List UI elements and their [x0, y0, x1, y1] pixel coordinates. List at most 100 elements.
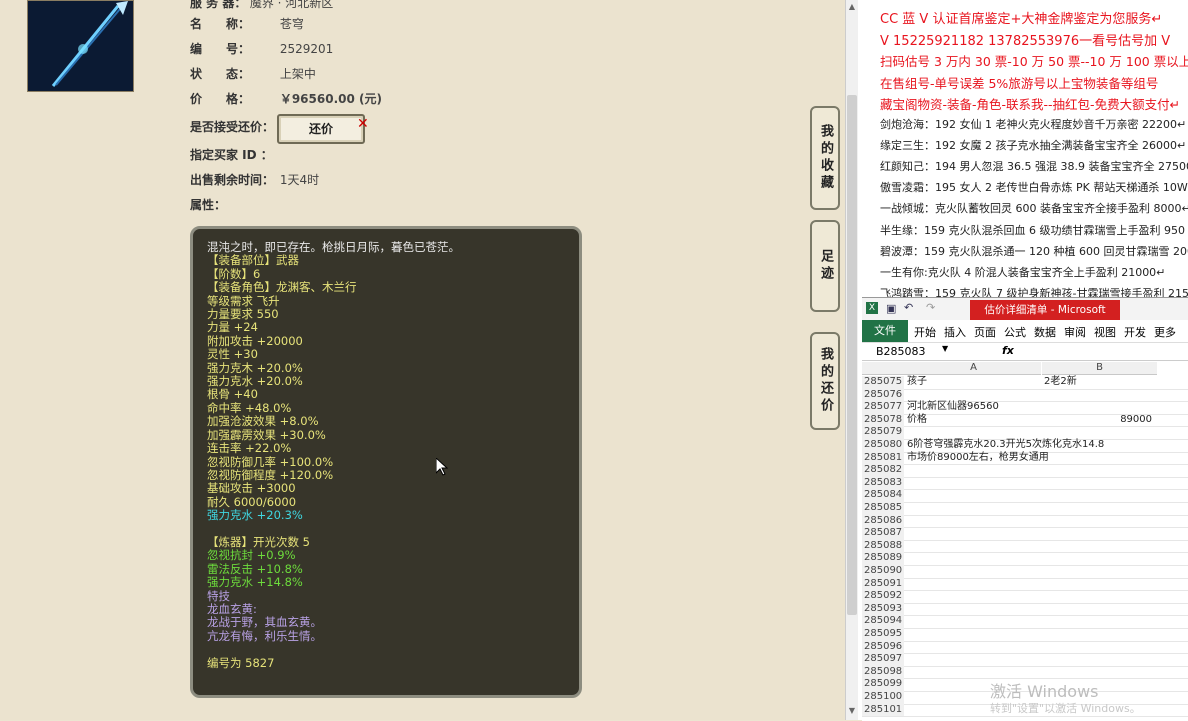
row-number[interactable]: 285076 [862, 388, 904, 402]
scroll-down-icon[interactable]: ▼ [847, 706, 857, 716]
row-number[interactable]: 285093 [862, 602, 904, 616]
server-row: 服 务 器： 魔界 · 河北新区 [190, 0, 334, 10]
select-all-corner[interactable] [862, 362, 906, 375]
tab-insert[interactable]: 插入 [944, 324, 966, 340]
bargain-row: 是否接受还价： [190, 120, 275, 134]
name-box[interactable]: B285083 [876, 345, 926, 358]
row-number[interactable]: 285097 [862, 653, 904, 666]
column-header-b[interactable]: B [1042, 362, 1157, 375]
cell-b[interactable]: 2老2新 [1044, 376, 1077, 389]
row-number[interactable]: 285085 [862, 502, 904, 515]
scroll-up-icon[interactable]: ▲ [847, 2, 857, 12]
ad-line: 缘定三生：192 女魔 2 孩子克水抽全满装备宝宝齐全 26000↵ [880, 138, 1187, 152]
table-row[interactable]: 285080 6阶苍穹强霹克水20.3开光5次炼化克水14.8 [862, 439, 1188, 453]
row-number[interactable]: 285075 [862, 376, 904, 389]
row-number[interactable]: 285094 [862, 615, 904, 628]
fx-icon[interactable]: fx [1002, 344, 1014, 357]
table-row[interactable]: 285087 [862, 527, 1188, 541]
row-number[interactable]: 285080 [862, 439, 904, 452]
row-number[interactable]: 285089 [862, 552, 904, 565]
table-row[interactable]: 285078 价格 89000 [862, 413, 1188, 428]
tab-file[interactable]: 文件 [862, 320, 908, 342]
bargain-button[interactable]: 还价 [277, 114, 365, 144]
table-row[interactable]: 285094 [862, 615, 1188, 629]
price-row: 价 格： ￥96560.00 (元) [190, 92, 382, 106]
table-row[interactable]: 285084 [862, 489, 1188, 503]
row-number[interactable]: 285084 [862, 489, 904, 502]
row-number[interactable]: 285099 [862, 678, 904, 691]
row-number[interactable]: 285082 [862, 464, 904, 477]
row-number[interactable]: 285088 [862, 539, 904, 553]
row-number[interactable]: 285101 [862, 703, 904, 717]
redo-icon[interactable]: ↷ [926, 301, 935, 314]
description-line: 强力克水 +20.0% [207, 374, 303, 389]
excel-ribbon: 开始 插入 页面 公式 数据 审阅 视图 开发 更多 [862, 320, 1188, 343]
ad-line: 藏宝阁物资-装备-角色-联系我--抽红包-免费大额支付↵ [880, 97, 1181, 112]
row-number[interactable]: 285086 [862, 514, 904, 528]
description-line: 强力克水 +20.3% [207, 508, 303, 523]
cell-a[interactable]: 6阶苍穹强霹克水20.3开光5次炼化克水14.8 [907, 439, 1104, 452]
row-number[interactable]: 285081 [862, 451, 904, 465]
close-icon[interactable]: ✕ [357, 116, 369, 132]
table-row[interactable]: 285083 [862, 476, 1188, 491]
mouse-cursor-icon [436, 458, 448, 476]
table-row[interactable]: 285081 市场价89000左右，枪男女通用 [862, 451, 1188, 466]
my-favorites-button[interactable]: 我的收藏 [810, 106, 840, 210]
row-number[interactable]: 285095 [862, 628, 904, 641]
row-number[interactable]: 285090 [862, 565, 904, 578]
tab-developer[interactable]: 开发 [1124, 324, 1146, 340]
table-row[interactable]: 285093 [862, 602, 1188, 617]
vertical-scrollbar[interactable]: ▲ ▼ [845, 0, 859, 720]
row-number[interactable]: 285079 [862, 426, 904, 439]
row-number[interactable]: 285100 [862, 691, 904, 704]
table-row[interactable]: 285075 孩子 2老2新 [862, 376, 1188, 390]
table-row[interactable]: 285095 [862, 628, 1188, 642]
ad-line: 傲雪凌霜：195 女人 2 老传世白骨赤炼 PK 帮站天梯通杀 10W↵ [880, 181, 1188, 195]
row-number[interactable]: 285091 [862, 577, 904, 591]
tab-formula[interactable]: 公式 [1004, 324, 1026, 340]
windows-activation-watermark: 激活 Windows [990, 682, 1099, 701]
table-row[interactable]: 285077 河北新区仙器96560 [862, 401, 1188, 415]
cell-a[interactable]: 市场价89000左右，枪男女通用 [907, 452, 1049, 465]
tab-home[interactable]: 开始 [914, 324, 936, 340]
cell-a[interactable]: 价格 [907, 414, 927, 427]
my-bargains-button[interactable]: 我的还价 [810, 332, 840, 430]
cell-b-number[interactable]: 89000 [1042, 414, 1152, 427]
table-row[interactable]: 285086 [862, 514, 1188, 529]
tab-data[interactable]: 数据 [1034, 324, 1056, 340]
name-box-dropdown-icon[interactable]: ▼ [942, 344, 948, 353]
table-row[interactable]: 285096 [862, 640, 1188, 655]
cell-a[interactable]: 河北新区仙器96560 [907, 401, 999, 414]
undo-icon[interactable]: ↶ [904, 301, 913, 314]
row-number[interactable]: 285098 [862, 665, 904, 679]
table-row[interactable]: 285091 [862, 577, 1188, 592]
table-row[interactable]: 285082 [862, 464, 1188, 478]
table-row[interactable]: 285090 [862, 565, 1188, 579]
tab-page[interactable]: 页面 [974, 324, 996, 340]
description-line: 强力克水 +14.8% [207, 575, 303, 590]
description-line: 连击率 +22.0% [207, 441, 292, 456]
footprint-button[interactable]: 足迹 [810, 220, 840, 312]
table-row[interactable]: 285089 [862, 552, 1188, 566]
row-number[interactable]: 285078 [862, 413, 904, 427]
row-number[interactable]: 285096 [862, 640, 904, 654]
column-header-a[interactable]: A [906, 362, 1041, 375]
row-number[interactable]: 285092 [862, 590, 904, 603]
tab-view[interactable]: 视图 [1094, 324, 1116, 340]
table-row[interactable]: 285085 [862, 502, 1188, 516]
cell-a[interactable]: 孩子 [907, 376, 927, 389]
tab-more[interactable]: 更多 [1154, 324, 1176, 340]
scrollbar-thumb[interactable] [847, 95, 857, 615]
table-row[interactable]: 285088 [862, 539, 1188, 554]
tab-review[interactable]: 审阅 [1064, 324, 1086, 340]
table-row[interactable]: 285097 [862, 653, 1188, 667]
description-line: 等级需求 飞升 [207, 293, 280, 308]
row-number[interactable]: 285087 [862, 527, 904, 540]
table-row[interactable]: 285079 [862, 426, 1188, 440]
ad-line: 碧波潭：159 克火队混杀通一 120 种植 600 回灵甘霖瑞雪 200 [880, 244, 1188, 258]
row-number[interactable]: 285077 [862, 401, 904, 414]
buyer-row: 指定买家 ID ： [190, 148, 273, 162]
table-row[interactable]: 285092 [862, 590, 1188, 604]
save-icon[interactable]: ▣ [886, 302, 896, 315]
row-number[interactable]: 285083 [862, 476, 904, 490]
